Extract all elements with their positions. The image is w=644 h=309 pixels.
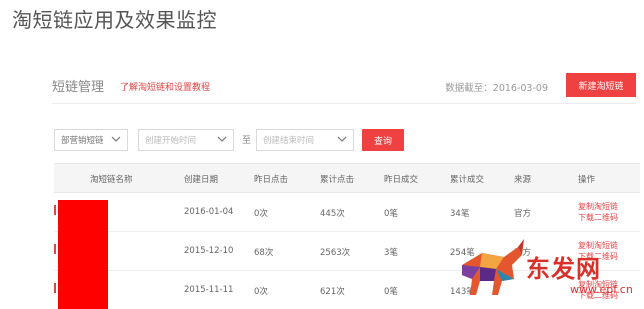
link-type-select[interactable]: 部营销短链 bbox=[54, 129, 128, 151]
row-marker bbox=[54, 205, 56, 215]
redaction-block bbox=[58, 200, 108, 309]
cell-created-date: 2016-01-04 bbox=[184, 207, 234, 217]
help-link[interactable]: 了解淘短链和设置教程 bbox=[120, 80, 210, 93]
data-date-label: 数据截至：2016-03-09 bbox=[445, 83, 548, 94]
table-row: 2016-01-04 0次 445次 0笔 34笔 官方 复制淘短链 下载二维码 bbox=[54, 193, 640, 232]
header-source: 来源 bbox=[514, 175, 532, 185]
cell-yesterday-deals: 3笔 bbox=[384, 248, 398, 258]
chevron-down-icon bbox=[111, 136, 121, 142]
copy-link-action[interactable]: 复制淘短链 bbox=[578, 201, 618, 212]
cell-created-date: 2015-12-10 bbox=[184, 246, 234, 256]
start-date-input[interactable]: 创建开始时间 bbox=[138, 129, 234, 151]
cell-yesterday-clicks: 0次 bbox=[254, 209, 268, 219]
table-header: 淘短链名称 创建日期 昨日点击 累计点击 昨日成交 累计成交 来源 操作 bbox=[54, 163, 640, 193]
header-name: 淘短链名称 bbox=[90, 175, 133, 185]
header-total-clicks: 累计点击 bbox=[320, 175, 355, 185]
cell-yesterday-clicks: 68次 bbox=[254, 248, 274, 258]
panel-header: 短链管理 了解淘短链和设置教程 数据截至：2016-03-09 新建淘短链 bbox=[52, 70, 636, 104]
cell-yesterday-deals: 0笔 bbox=[384, 287, 398, 297]
header-total-deals: 累计成交 bbox=[450, 175, 485, 185]
date-range-separator: 至 bbox=[242, 136, 252, 146]
watermark: 东发网 www.epf.cn bbox=[452, 231, 642, 309]
create-short-link-button[interactable]: 新建淘短链 bbox=[566, 73, 636, 97]
bull-logo-icon bbox=[462, 239, 524, 295]
header-created-date: 创建日期 bbox=[184, 175, 219, 185]
row-marker bbox=[54, 283, 56, 293]
search-button[interactable]: 查询 bbox=[362, 129, 404, 151]
link-type-value: 部营销短链 bbox=[61, 136, 104, 146]
panel-title: 短链管理 bbox=[52, 80, 105, 95]
cell-yesterday-deals: 0笔 bbox=[384, 209, 398, 219]
header-actions: 操作 bbox=[578, 175, 596, 185]
cell-total-clicks: 445次 bbox=[320, 209, 345, 219]
row-marker bbox=[54, 244, 56, 254]
chevron-down-icon bbox=[337, 136, 347, 142]
page-title: 淘短链应用及效果监控 bbox=[12, 8, 217, 32]
start-date-placeholder: 创建开始时间 bbox=[145, 136, 197, 146]
watermark-url: www.epf.cn bbox=[570, 283, 633, 296]
cell-source: 官方 bbox=[514, 209, 532, 219]
end-date-placeholder: 创建结束时间 bbox=[263, 136, 315, 146]
cell-total-deals: 34笔 bbox=[450, 209, 470, 219]
cell-yesterday-clicks: 0次 bbox=[254, 287, 268, 297]
row-actions: 复制淘短链 下载二维码 bbox=[578, 201, 618, 223]
cell-created-date: 2015-11-11 bbox=[184, 285, 234, 295]
cell-total-clicks: 2563次 bbox=[320, 248, 351, 258]
end-date-input[interactable]: 创建结束时间 bbox=[256, 129, 354, 151]
header-yesterday-deals: 昨日成交 bbox=[384, 175, 419, 185]
header-yesterday-clicks: 昨日点击 bbox=[254, 175, 289, 185]
download-qr-action[interactable]: 下载二维码 bbox=[578, 212, 618, 223]
cell-total-clicks: 621次 bbox=[320, 287, 345, 297]
watermark-text: 东发网 bbox=[526, 254, 601, 283]
chevron-down-icon bbox=[217, 136, 227, 142]
